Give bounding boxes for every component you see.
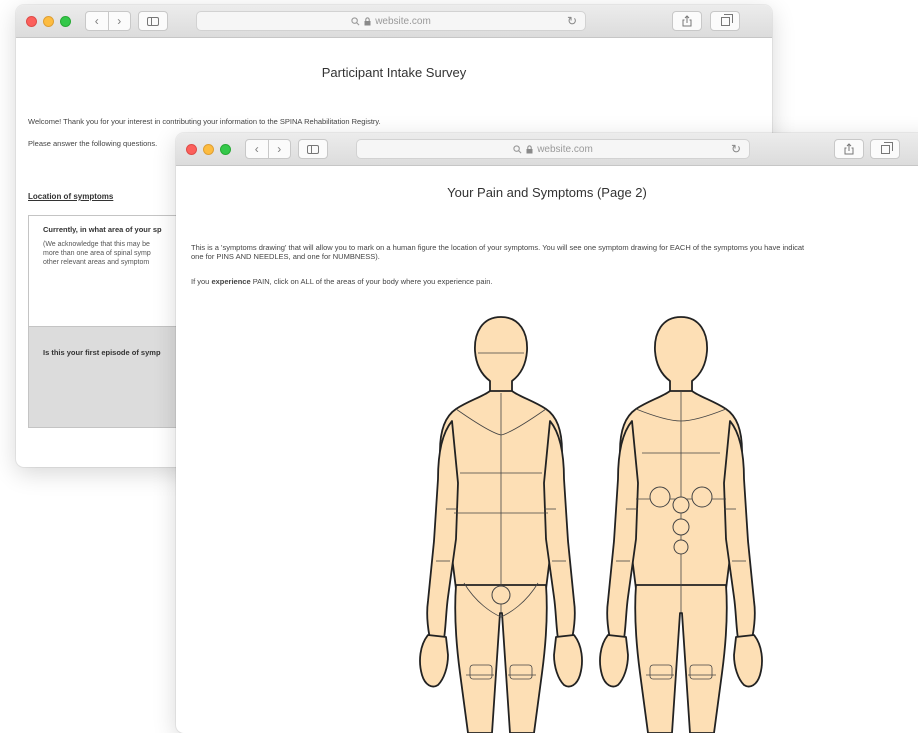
welcome-text: Welcome! Thank you for your interest in … [28,117,381,126]
address-bar[interactable]: website.com ↻ [356,139,750,159]
url-text: website.com [537,143,593,155]
page-title: Your Pain and Symptoms (Page 2) [447,185,647,200]
window-controls [186,144,231,155]
sidebar-button[interactable] [138,11,168,31]
chevron-right-icon[interactable]: › [109,12,131,30]
tabs-icon [880,141,893,154]
front-right-hand-region[interactable] [553,634,583,688]
zoom-button[interactable] [220,144,231,155]
pain-instruction: If you experience PAIN, click on ALL of … [191,277,918,286]
lock-icon [364,16,371,25]
search-icon [351,16,360,25]
back-right-lumbar-marker[interactable] [691,486,713,508]
reload-icon[interactable]: ↻ [731,142,741,156]
share-button[interactable] [672,11,702,31]
chevron-right-icon[interactable]: › [269,140,291,158]
front-left-hand-region[interactable] [419,634,449,688]
back-coccyx-marker[interactable] [673,539,689,555]
history-nav: ‹ › [85,11,131,31]
history-nav: ‹ › [245,139,291,159]
front-head-region[interactable] [474,316,528,394]
front-left-arm-region[interactable] [426,420,459,640]
back-left-hand-region[interactable] [599,634,629,688]
window-controls [26,16,71,27]
sidebar-button[interactable] [298,139,328,159]
pain-instruction-suffix: PAIN, click on ALL of the areas of your … [250,277,493,286]
tabs-icon [720,13,733,26]
chevron-left-icon[interactable]: ‹ [246,140,268,158]
page-title: Participant Intake Survey [321,65,467,80]
front-right-arm-region[interactable] [543,420,576,640]
zoom-button[interactable] [60,16,71,27]
back-lumbar-marker[interactable] [672,496,690,514]
minimize-button[interactable] [43,16,54,27]
reload-icon[interactable]: ↻ [567,14,577,28]
share-button[interactable] [834,139,864,159]
section-heading: Location of symptoms [28,192,114,201]
browser-toolbar: ‹ › website.com ↻ [176,133,918,166]
share-icon [844,143,854,155]
pain-instruction-emphasis: experience [211,277,251,286]
share-icon [682,15,692,27]
sidebar-icon [147,16,159,26]
intro-line: one for PINS AND NEEDLES, and one for NU… [191,252,380,261]
search-icon [513,144,522,153]
body-figure-back[interactable] [596,313,766,733]
front-pelvis-marker[interactable] [491,585,511,605]
body-figure-front[interactable] [416,313,586,733]
back-left-arm-region[interactable] [606,420,639,640]
minimize-button[interactable] [203,144,214,155]
lock-icon [526,144,533,153]
back-right-arm-region[interactable] [723,420,756,640]
sidebar-icon [307,144,319,154]
close-button[interactable] [186,144,197,155]
chevron-left-icon[interactable]: ‹ [86,12,108,30]
back-left-lumbar-marker[interactable] [649,486,671,508]
url-text: website.com [375,15,431,27]
address-bar[interactable]: website.com ↻ [196,11,586,31]
instruction-text: Please answer the following questions. [28,139,158,148]
intro-text: This is a 'symptoms drawing' that will a… [191,243,918,261]
pain-symptoms-window: ‹ › website.com ↻ Your Pain and Symptoms… [176,133,918,733]
browser-toolbar: ‹ › website.com ↻ [16,5,772,38]
close-button[interactable] [26,16,37,27]
back-right-hand-region[interactable] [733,634,763,688]
back-sacrum-marker[interactable] [672,518,690,536]
back-head-region[interactable] [654,316,708,394]
pain-instruction-prefix: If you [191,277,212,286]
tabs-button[interactable] [710,11,740,31]
tabs-button[interactable] [870,139,900,159]
intro-line: This is a 'symptoms drawing' that will a… [191,243,805,252]
